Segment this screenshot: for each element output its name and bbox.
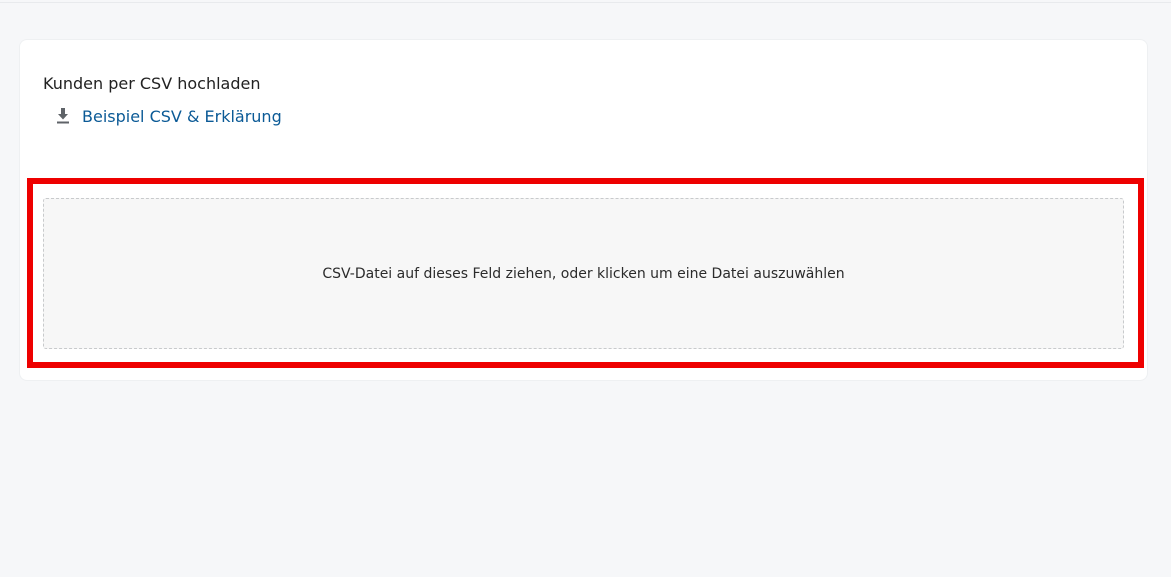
dropzone-instruction: CSV-Datei auf dieses Feld ziehen, oder k… bbox=[322, 265, 845, 282]
download-icon bbox=[54, 107, 72, 125]
card-title: Kunden per CSV hochladen bbox=[43, 74, 261, 93]
csv-dropzone[interactable]: CSV-Datei auf dieses Feld ziehen, oder k… bbox=[43, 198, 1124, 349]
sample-csv-link-label[interactable]: Beispiel CSV & Erklärung bbox=[82, 107, 282, 126]
sample-csv-link[interactable]: Beispiel CSV & Erklärung bbox=[54, 104, 282, 128]
top-divider bbox=[0, 2, 1171, 3]
